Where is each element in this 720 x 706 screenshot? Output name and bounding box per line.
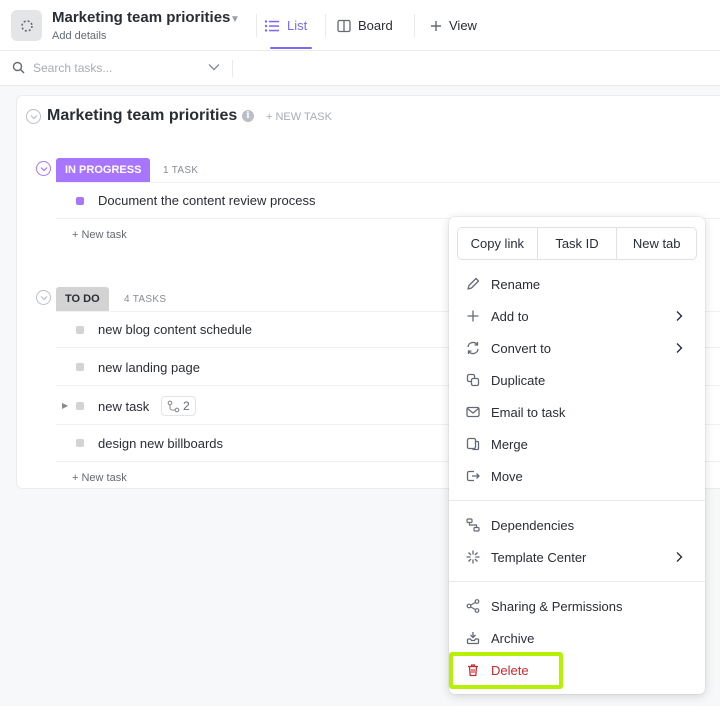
table-row[interactable]: Document the content review process xyxy=(56,182,720,219)
tab-board[interactable]: Board xyxy=(337,0,393,51)
menu-item-label: Email to task xyxy=(491,404,566,420)
search-icon xyxy=(12,61,25,74)
task-name[interactable]: new landing page xyxy=(98,360,200,375)
status-dot[interactable] xyxy=(76,402,84,410)
subtask-count-badge[interactable]: 2 xyxy=(161,396,196,416)
search-bar xyxy=(0,51,720,86)
chevron-right-icon xyxy=(676,311,683,321)
merge-icon xyxy=(466,437,480,451)
menu-item-add-to[interactable]: Add to xyxy=(449,300,705,332)
share-icon xyxy=(466,599,480,613)
task-name[interactable]: Document the content review process xyxy=(98,193,316,208)
email-icon xyxy=(466,406,480,418)
menu-item-label: Template Center xyxy=(491,549,587,565)
chevron-down-icon xyxy=(40,295,47,300)
list-title: Marketing team priorities xyxy=(47,107,238,124)
divider xyxy=(256,14,257,37)
subtask-icon xyxy=(167,400,180,412)
chevron-right-icon xyxy=(676,552,683,562)
space-icon[interactable] xyxy=(11,10,42,41)
status-dot[interactable] xyxy=(76,439,84,447)
archive-icon xyxy=(466,632,480,645)
collapse-list-toggle[interactable] xyxy=(26,109,41,124)
menu-item-template-center[interactable]: Template Center xyxy=(449,541,705,573)
template-icon xyxy=(466,550,480,564)
menu-divider xyxy=(449,500,705,501)
header: Marketing team priorities ▼ Add details … xyxy=(0,0,720,51)
task-context-menu: Copy link Task ID New tab Rename Add to … xyxy=(449,217,705,694)
menu-item-duplicate[interactable]: Duplicate xyxy=(449,364,705,396)
menu-item-label: Move xyxy=(491,468,523,484)
menu-item-label: Convert to xyxy=(491,340,551,356)
copy-link-button[interactable]: Copy link xyxy=(458,228,538,259)
task-name[interactable]: design new billboards xyxy=(98,436,223,451)
new-tab-button[interactable]: New tab xyxy=(617,228,696,259)
divider xyxy=(325,14,326,37)
task-name[interactable]: new task xyxy=(98,399,149,414)
trash-icon xyxy=(468,664,478,677)
menu-quick-actions: Copy link Task ID New tab xyxy=(457,227,697,260)
tab-board-label: Board xyxy=(358,18,393,33)
tab-list[interactable]: List xyxy=(264,0,307,51)
board-icon xyxy=(337,19,351,32)
add-view-button[interactable]: View xyxy=(430,0,477,51)
new-task-button[interactable]: + NEW TASK xyxy=(266,111,332,123)
page-title[interactable]: Marketing team priorities xyxy=(52,9,230,26)
status-dot[interactable] xyxy=(76,363,84,371)
status-badge-to-do[interactable]: TO DO xyxy=(56,287,109,311)
convert-icon xyxy=(467,341,479,355)
status-dot[interactable] xyxy=(76,197,84,205)
menu-item-label: Duplicate xyxy=(491,372,546,388)
plus-icon xyxy=(431,20,441,31)
menu-item-dependencies[interactable]: Dependencies xyxy=(449,509,705,541)
duplicate-icon xyxy=(466,373,480,387)
expand-subtasks-icon[interactable]: ▶ xyxy=(62,401,68,410)
task-count: 1 TASK xyxy=(163,165,199,176)
active-tab-indicator xyxy=(270,47,312,49)
menu-item-label: Dependencies xyxy=(491,517,575,533)
plus-icon xyxy=(467,310,479,322)
menu-divider xyxy=(449,581,705,582)
menu-item-label: Sharing & Permissions xyxy=(491,598,623,614)
menu-item-sharing-permissions[interactable]: Sharing & Permissions xyxy=(449,590,705,622)
move-icon xyxy=(466,470,480,482)
menu-item-label: Rename xyxy=(491,276,541,292)
menu-item-merge[interactable]: Merge xyxy=(449,428,705,460)
task-id-button[interactable]: Task ID xyxy=(538,228,618,259)
list-icon xyxy=(264,19,279,32)
divider xyxy=(414,14,415,37)
new-task-link[interactable]: + New task xyxy=(72,229,127,241)
caret-down-icon[interactable]: ▼ xyxy=(230,14,240,25)
chevron-down-icon xyxy=(40,166,47,171)
menu-item-convert-to[interactable]: Convert to xyxy=(449,332,705,364)
menu-item-label: Archive xyxy=(491,630,535,646)
new-task-link[interactable]: + New task xyxy=(72,472,127,484)
add-details-link[interactable]: Add details xyxy=(52,30,106,42)
menu-item-move[interactable]: Move xyxy=(449,460,705,492)
collapse-group-toggle[interactable] xyxy=(36,161,51,176)
tab-list-label: List xyxy=(287,18,308,33)
task-name[interactable]: new blog content schedule xyxy=(98,322,252,337)
subtask-count: 2 xyxy=(183,399,190,413)
menu-item-label: Add to xyxy=(491,308,529,324)
menu-item-rename[interactable]: Rename xyxy=(449,268,705,300)
info-icon[interactable]: i xyxy=(242,110,254,122)
menu-item-label: Merge xyxy=(491,436,528,452)
menu-item-archive[interactable]: Archive xyxy=(449,622,705,654)
menu-item-email-to-task[interactable]: Email to task xyxy=(449,396,705,428)
add-view-label: View xyxy=(449,18,477,33)
chevron-down-icon[interactable] xyxy=(208,63,220,71)
divider xyxy=(232,60,233,77)
chevron-down-icon xyxy=(30,114,37,119)
collapse-group-toggle[interactable] xyxy=(36,290,51,305)
chevron-right-icon xyxy=(676,343,683,353)
menu-item-delete[interactable]: Delete xyxy=(449,654,705,686)
menu-item-label: Delete xyxy=(491,662,529,678)
search-input[interactable] xyxy=(33,58,203,78)
dependencies-icon xyxy=(466,518,480,532)
task-count: 4 TASKS xyxy=(124,294,167,305)
status-badge-in-progress[interactable]: IN PROGRESS xyxy=(56,158,151,182)
pencil-icon xyxy=(467,277,480,290)
status-dot[interactable] xyxy=(76,326,84,334)
